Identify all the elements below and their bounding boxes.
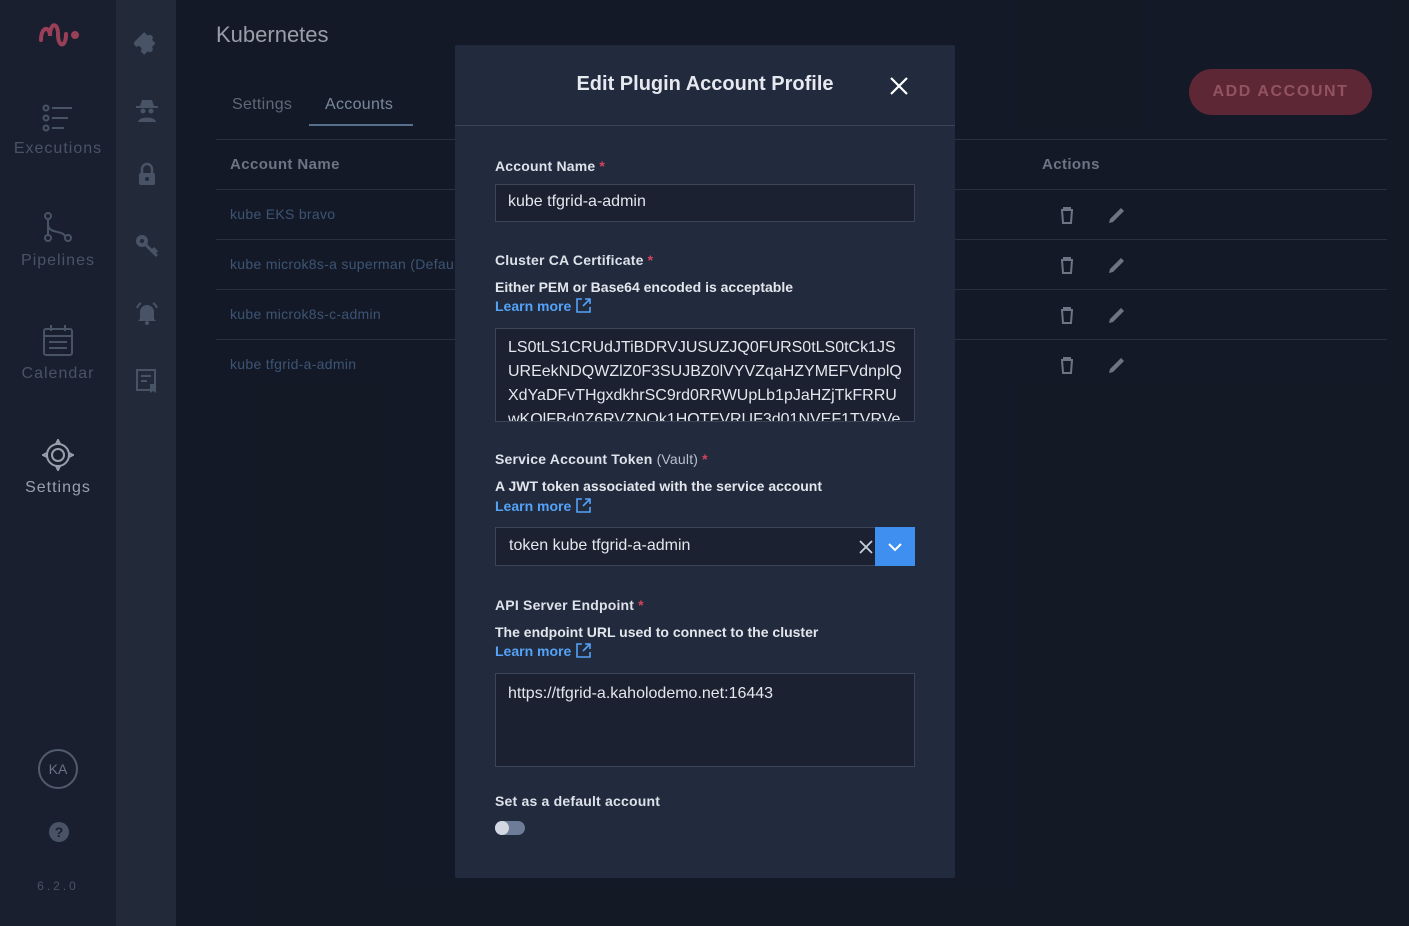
account-name-label: Account Name * [495,158,605,174]
required-mark: * [599,158,606,174]
dropdown-toggle[interactable] [875,527,915,566]
default-account-label: Set as a default account [495,793,661,809]
ca-cert-help: Either PEM or Base64 encoded is acceptab… [495,279,794,295]
learn-more-link[interactable]: Learn more [495,297,592,314]
learn-more-link[interactable]: Learn more [495,497,592,514]
token-help: A JWT token associated with the service … [495,478,823,494]
learn-more-text: Learn more [495,642,572,659]
dialog-header: Edit Plugin Account Profile [455,45,955,126]
ca-cert-textarea[interactable]: LS0tLS1CRUdJTiBDRVJUSUZJQ0FURS0tLS0tCk1J… [495,328,915,422]
endpoint-textarea[interactable]: https://tfgrid-a.kaholodemo.net:16443 [495,673,915,767]
required-mark: * [702,451,708,467]
token-selected-value: token kube tfgrid-a-admin [509,537,691,554]
learn-more-link[interactable]: Learn more [495,642,592,659]
edit-account-dialog: Edit Plugin Account Profile Account Name… [455,45,955,878]
default-account-toggle[interactable] [495,821,525,835]
token-label: Service Account Token (Vault) * [495,451,708,467]
required-mark: * [638,597,644,613]
external-link-icon [576,643,592,658]
endpoint-label-text: API Server Endpoint [495,597,635,613]
learn-more-text: Learn more [495,497,572,514]
vault-suffix: (Vault) [656,451,699,467]
ca-cert-label: Cluster CA Certificate * [495,252,653,268]
toggle-knob [495,821,509,835]
account-name-input[interactable]: kube tfgrid-a-admin [495,184,915,222]
clear-icon[interactable] [858,539,874,555]
token-label-text: Service Account Token [495,451,653,467]
ca-cert-label-text: Cluster CA Certificate [495,252,644,268]
required-mark: * [647,252,654,268]
account-name-label-text: Account Name [495,158,596,174]
token-select[interactable]: token kube tfgrid-a-admin [495,527,915,566]
endpoint-help: The endpoint URL used to connect to the … [495,624,819,640]
close-icon[interactable] [888,75,910,97]
dialog-title: Edit Plugin Account Profile [576,73,834,95]
external-link-icon [576,298,592,313]
learn-more-text: Learn more [495,297,572,314]
endpoint-label: API Server Endpoint * [495,597,644,613]
chevron-down-icon [888,543,902,552]
external-link-icon [576,498,592,513]
